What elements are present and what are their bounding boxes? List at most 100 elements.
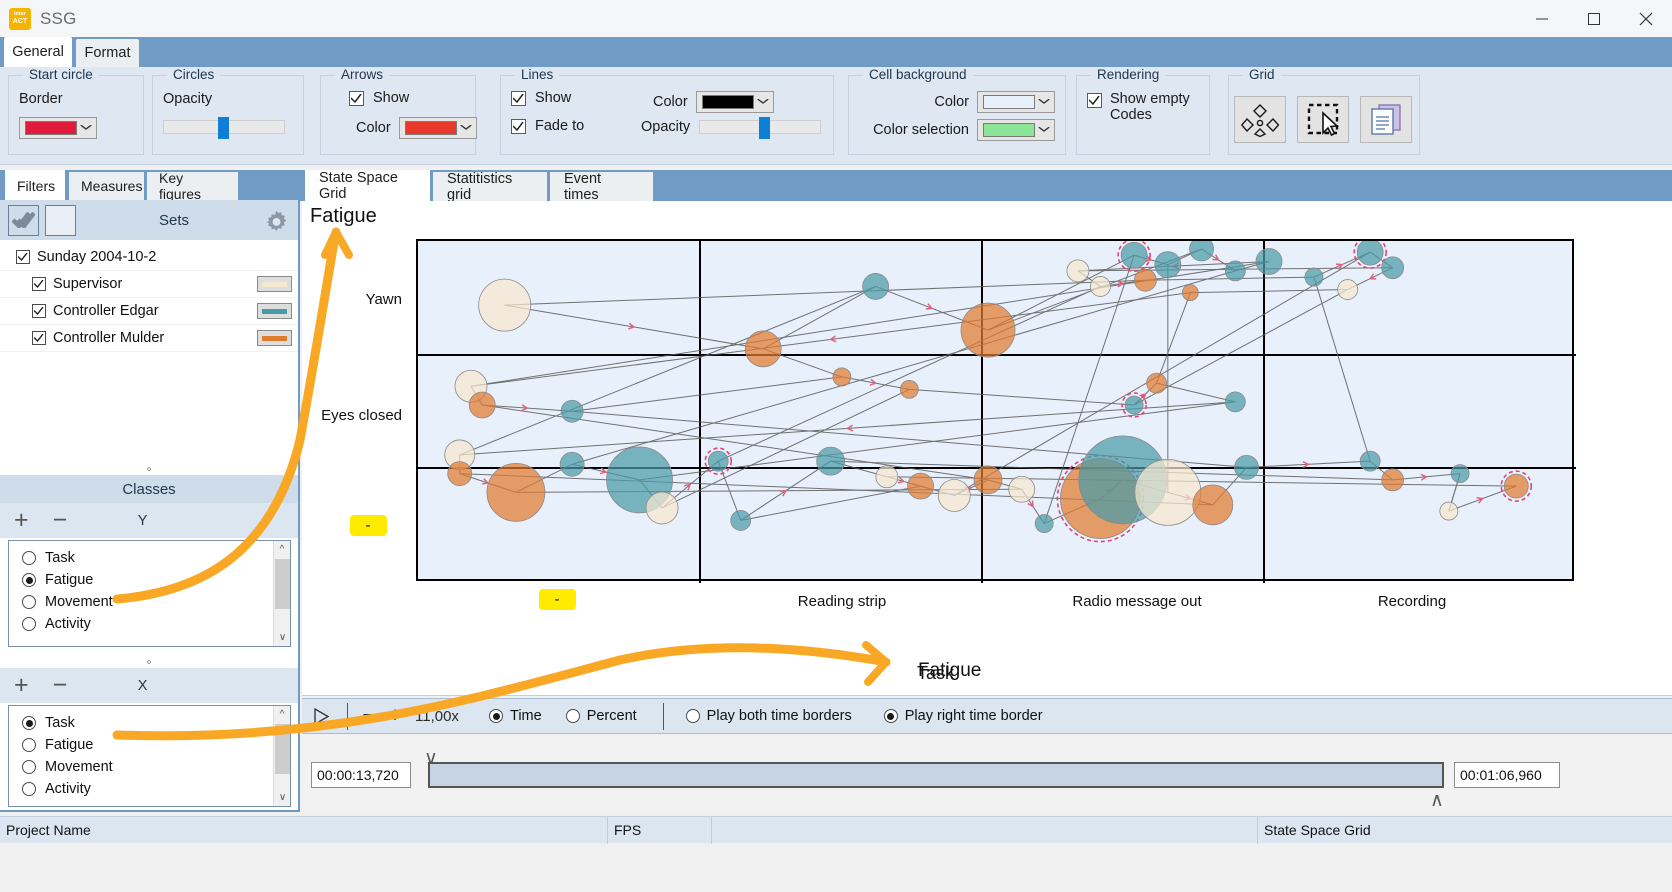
- x-class-option-activity[interactable]: Activity: [9, 778, 290, 800]
- state-node[interactable]: [1034, 514, 1054, 533]
- state-node[interactable]: [1359, 450, 1381, 472]
- scroll-up-icon[interactable]: ^: [274, 706, 290, 723]
- tab-filters[interactable]: Filters: [5, 170, 65, 201]
- state-node[interactable]: [1189, 241, 1214, 262]
- x-class-option-task[interactable]: Task: [9, 712, 290, 734]
- y-class-option-task[interactable]: Task: [9, 547, 290, 569]
- state-node[interactable]: [1503, 473, 1529, 499]
- grid-copy-icon[interactable]: [1360, 96, 1412, 143]
- y-class-option-movement[interactable]: Movement: [9, 591, 290, 613]
- arrows-show-checkbox[interactable]: Show: [349, 90, 409, 106]
- state-node[interactable]: [730, 510, 752, 531]
- show-empty-codes-checkbox[interactable]: Show empty Codes: [1087, 91, 1190, 123]
- grid-diamonds-icon[interactable]: [1234, 96, 1286, 143]
- tab-event-times[interactable]: Event times: [550, 171, 653, 203]
- series-color-swatch[interactable]: [257, 276, 292, 292]
- state-node[interactable]: [1304, 267, 1324, 287]
- y-class-option-activity[interactable]: Activity: [9, 613, 290, 635]
- state-node[interactable]: [1124, 395, 1144, 415]
- splitter-handle-y[interactable]: ◦: [0, 655, 298, 668]
- state-node[interactable]: [645, 491, 679, 525]
- state-node[interactable]: [486, 462, 546, 522]
- state-node[interactable]: [1450, 464, 1470, 484]
- state-node[interactable]: [1234, 454, 1259, 480]
- scroll-down-icon[interactable]: ∨: [274, 789, 290, 806]
- scroll-up-icon[interactable]: ^: [274, 541, 290, 558]
- splitter-handle-sets[interactable]: ◦: [0, 462, 298, 475]
- x-axis-remove-button[interactable]: −: [53, 673, 68, 698]
- play-button[interactable]: [302, 707, 340, 725]
- border-radio-right[interactable]: Play right time border: [883, 708, 1043, 724]
- state-node[interactable]: [744, 330, 782, 368]
- set-row[interactable]: Sunday 2004-10-2: [0, 244, 298, 271]
- state-node[interactable]: [862, 273, 890, 300]
- tab-key-figures[interactable]: Key figures: [147, 170, 238, 202]
- state-node[interactable]: [559, 451, 585, 477]
- state-node[interactable]: [1133, 268, 1157, 292]
- state-node[interactable]: [1192, 484, 1234, 526]
- x-class-option-movement[interactable]: Movement: [9, 756, 290, 778]
- x-axis-class-list[interactable]: Task Fatigue Movement Activity ^ ∨: [8, 705, 291, 807]
- mode-radio-time[interactable]: Time: [489, 708, 542, 724]
- circles-opacity-slider[interactable]: [163, 117, 285, 139]
- tab-measures[interactable]: Measures: [69, 172, 144, 200]
- state-node[interactable]: [1439, 501, 1459, 521]
- y-class-option-fatigue[interactable]: Fatigue: [9, 569, 290, 591]
- series-color-swatch[interactable]: [257, 303, 292, 319]
- timeline-slider[interactable]: [428, 762, 1444, 788]
- uncheck-all-button[interactable]: [45, 204, 76, 236]
- ribbon-tab-general[interactable]: General: [4, 37, 72, 67]
- y-axis-class-list[interactable]: Task Fatigue Movement Activity ^ ∨: [8, 540, 291, 647]
- close-icon[interactable]: [1620, 0, 1672, 37]
- state-node[interactable]: [907, 472, 934, 500]
- slider-thumb[interactable]: [217, 117, 229, 139]
- border-radio-both[interactable]: Play both time borders: [685, 708, 852, 724]
- state-node[interactable]: [816, 446, 846, 476]
- state-node[interactable]: [1356, 241, 1384, 266]
- state-space-grid-canvas[interactable]: Fatigue Yawn Eyes closed - - Reading str…: [302, 201, 1672, 696]
- scrollbar-thumb[interactable]: [275, 559, 290, 609]
- series-color-swatch[interactable]: [257, 330, 292, 346]
- time-start-field[interactable]: 00:00:13,720: [311, 762, 411, 788]
- lines-show-checkbox[interactable]: Show: [511, 90, 571, 106]
- state-node[interactable]: [1090, 276, 1111, 297]
- state-node[interactable]: [468, 391, 496, 419]
- checkbox-box[interactable]: [16, 250, 30, 264]
- tab-state-space-grid[interactable]: State Space Grid: [305, 170, 430, 202]
- state-node[interactable]: [973, 465, 1003, 495]
- state-node[interactable]: [560, 399, 584, 423]
- set-row[interactable]: Controller Mulder: [0, 325, 298, 352]
- state-node[interactable]: [1224, 260, 1246, 282]
- state-node[interactable]: [960, 302, 1016, 358]
- check-all-button[interactable]: [8, 204, 39, 236]
- state-node[interactable]: [1120, 241, 1148, 269]
- y-axis-remove-button[interactable]: −: [53, 508, 68, 533]
- slider-thumb[interactable]: [758, 117, 770, 139]
- state-node[interactable]: [899, 379, 919, 399]
- maximize-icon[interactable]: [1568, 0, 1620, 37]
- y-axis-add-button[interactable]: +: [14, 508, 29, 533]
- state-node[interactable]: [1066, 259, 1090, 283]
- speed-decrease-button[interactable]: −: [355, 705, 381, 727]
- arrows-color-picker[interactable]: [398, 117, 477, 139]
- state-node[interactable]: [1337, 279, 1359, 300]
- mode-radio-percent[interactable]: Percent: [565, 708, 637, 724]
- y-axis-scrollbar[interactable]: ^ ∨: [273, 541, 290, 646]
- state-node[interactable]: [1224, 391, 1246, 413]
- checkbox-box[interactable]: [32, 331, 46, 345]
- state-node[interactable]: [447, 461, 473, 487]
- state-node[interactable]: [1146, 372, 1167, 394]
- cell-bg-selection-color-picker[interactable]: [977, 119, 1055, 141]
- set-row[interactable]: Controller Edgar: [0, 298, 298, 325]
- grid-select-icon[interactable]: [1297, 96, 1349, 143]
- checkbox-box[interactable]: [32, 277, 46, 291]
- state-node[interactable]: [1381, 256, 1405, 280]
- ribbon-tab-format[interactable]: Format: [76, 39, 139, 67]
- state-node[interactable]: [832, 367, 852, 387]
- state-node[interactable]: [1381, 468, 1405, 492]
- tab-statistics-grid[interactable]: Statitistics grid: [433, 171, 547, 203]
- minimize-icon[interactable]: [1516, 0, 1568, 37]
- lines-opacity-slider[interactable]: [699, 117, 822, 139]
- x-axis-scrollbar[interactable]: ^ ∨: [273, 706, 290, 806]
- set-row[interactable]: Supervisor: [0, 271, 298, 298]
